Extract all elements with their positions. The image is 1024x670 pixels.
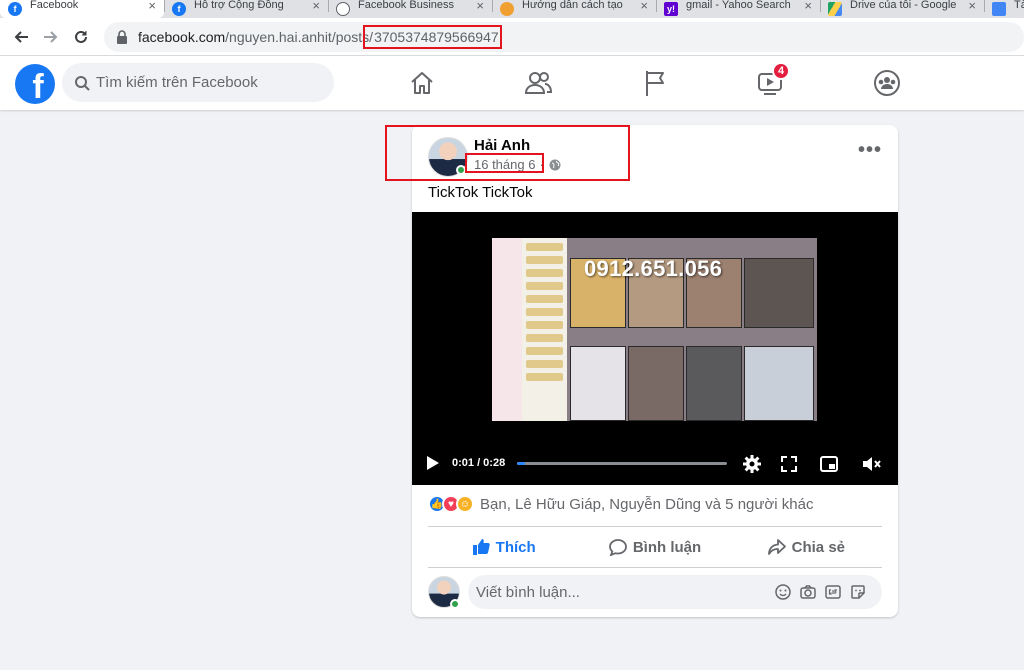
- tab-yahoo[interactable]: y! gmail - Yahoo Search ×: [656, 0, 820, 18]
- tab-close-icon[interactable]: ×: [476, 0, 484, 13]
- video-time: 0:01 / 0:28: [452, 457, 506, 469]
- docs-icon: [992, 2, 1006, 16]
- video-overlay-text: 0912.651.056: [584, 256, 723, 281]
- address-bar[interactable]: facebook.com/nguyen.hai.anhit/posts/3705…: [104, 22, 1024, 52]
- browser-tabstrip: f Facebook × f Hỗ trợ Cộng Đồng × Facebo…: [0, 0, 1024, 18]
- settings-icon[interactable]: [742, 454, 762, 474]
- search-input[interactable]: [96, 74, 316, 91]
- tab-close-icon[interactable]: ×: [804, 0, 812, 13]
- tab-label: Tài liệu không có tiêu đề: [1014, 0, 1024, 11]
- sticker-icon[interactable]: [850, 584, 866, 600]
- post-text: TickTok TickTok: [428, 184, 533, 201]
- tab-close-icon[interactable]: ×: [640, 0, 648, 13]
- reactions-text: Bạn, Lê Hữu Giáp, Nguyễn Dũng và 5 người…: [480, 495, 814, 513]
- comment-box[interactable]: [468, 575, 882, 609]
- mute-icon[interactable]: [861, 454, 881, 474]
- video-controls: 0:01 / 0:28: [412, 441, 898, 485]
- tab-label: Facebook Business: [358, 0, 454, 11]
- divider: [428, 567, 882, 568]
- post-card: Hải Anh 16 tháng 6 · ••• TickTok TickTok…: [412, 125, 898, 617]
- care-reaction-icon: ☺: [456, 495, 474, 513]
- facebook-icon: f: [8, 2, 22, 16]
- forward-button[interactable]: [36, 22, 66, 52]
- comment-label: Bình luận: [632, 538, 702, 556]
- tab-label: Drive của tôi - Google: [850, 0, 957, 11]
- nav-watch[interactable]: 4: [752, 62, 790, 101]
- drive-icon: [828, 2, 842, 16]
- like-button[interactable]: Thích: [428, 527, 579, 567]
- video-player[interactable]: 0912.651.056 0:01 / 0:28: [412, 212, 898, 485]
- facebook-header: f 4: [0, 56, 1024, 110]
- tab-drive[interactable]: Drive của tôi - Google ×: [820, 0, 984, 18]
- post-options-button[interactable]: •••: [858, 140, 882, 160]
- video-notification-badge: 4: [772, 62, 790, 80]
- gif-icon[interactable]: [825, 584, 841, 600]
- groups-icon: [874, 70, 900, 96]
- search-box[interactable]: [62, 63, 334, 102]
- comment-input[interactable]: [476, 583, 766, 601]
- browser-toolbar: facebook.com/nguyen.hai.anhit/posts/3705…: [0, 18, 1024, 56]
- tab-close-icon[interactable]: ×: [312, 0, 320, 13]
- share-label: Chia sẻ: [791, 538, 845, 556]
- back-button[interactable]: [6, 22, 36, 52]
- camera-icon[interactable]: [800, 584, 816, 600]
- nav-groups[interactable]: [869, 65, 905, 101]
- arrow-left-icon: [14, 30, 28, 43]
- post-actions: Thích Bình luận Chia sẻ: [428, 527, 882, 567]
- video-progress-fill: [517, 462, 526, 465]
- thumbs-up-icon: [472, 539, 490, 555]
- url-host: facebook.com: [138, 29, 226, 45]
- arrow-right-icon: [44, 30, 58, 43]
- reload-icon: [75, 30, 87, 43]
- logo-letter: f: [32, 68, 44, 104]
- tab-close-icon[interactable]: ×: [968, 0, 976, 13]
- online-status-dot: [450, 599, 460, 609]
- tab-facebook[interactable]: f Facebook ×: [0, 0, 164, 18]
- like-label: Thích: [495, 538, 536, 556]
- facebook-logo[interactable]: f: [15, 64, 55, 104]
- nav-pages[interactable]: [637, 65, 673, 101]
- home-icon: [411, 72, 433, 94]
- highlight-box-post-date: [465, 153, 544, 173]
- friends-icon: [524, 72, 552, 94]
- share-icon: [767, 539, 786, 555]
- emoji-icon[interactable]: [775, 584, 791, 600]
- url-path: /nguyen.hai.anhit/posts/: [225, 29, 374, 45]
- tab-label: gmail - Yahoo Search: [686, 0, 791, 11]
- tab-close-icon[interactable]: ×: [148, 0, 156, 13]
- lock-icon: [117, 30, 127, 44]
- share-button[interactable]: Chia sẻ: [731, 527, 882, 567]
- facebook-icon: f: [172, 2, 186, 16]
- fullscreen-icon[interactable]: [779, 454, 799, 474]
- tab-label: Facebook: [30, 0, 79, 11]
- tab-label: Hỗ trợ Cộng Đồng: [194, 0, 284, 11]
- miniplayer-icon[interactable]: [819, 454, 839, 474]
- tab-label: Hướng dẫn cách tạo: [522, 0, 623, 11]
- tab-facebook-business[interactable]: Facebook Business ×: [328, 0, 492, 18]
- nav-friends[interactable]: [520, 65, 556, 101]
- yahoo-icon: y!: [664, 2, 678, 16]
- video-progress-bar[interactable]: [517, 462, 727, 465]
- tab-ho-tro-cong-dong[interactable]: f Hỗ trợ Cộng Đồng ×: [164, 0, 328, 18]
- reload-button[interactable]: [66, 22, 96, 52]
- nav-home[interactable]: [404, 65, 440, 101]
- tab-huong-dan[interactable]: Hướng dẫn cách tạo ×: [492, 0, 656, 18]
- highlight-box-url: [363, 25, 502, 49]
- search-icon: [75, 75, 90, 91]
- comment-icon: [608, 539, 627, 556]
- flag-icon: [646, 71, 664, 96]
- reactions-summary[interactable]: 👍 ♥ ☺ Bạn, Lê Hữu Giáp, Nguyễn Dũng và 5…: [428, 495, 813, 513]
- comment-button[interactable]: Bình luận: [579, 527, 730, 567]
- orange-circle-icon: [500, 2, 514, 16]
- tab-docs[interactable]: Tài liệu không có tiêu đề: [984, 0, 1024, 18]
- business-icon: [336, 2, 350, 16]
- play-icon[interactable]: [426, 455, 440, 471]
